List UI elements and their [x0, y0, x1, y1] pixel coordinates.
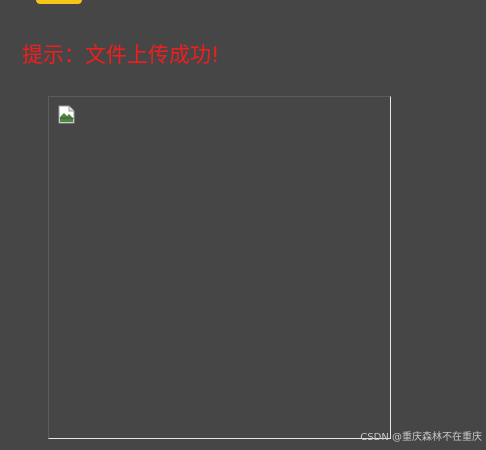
top-button[interactable]	[36, 0, 82, 4]
watermark: CSDN @重庆森林不在重庆	[360, 432, 482, 443]
status-message: 提示：文件上传成功!	[22, 43, 220, 67]
broken-image-icon	[58, 105, 75, 124]
image-preview-frame	[48, 96, 391, 439]
